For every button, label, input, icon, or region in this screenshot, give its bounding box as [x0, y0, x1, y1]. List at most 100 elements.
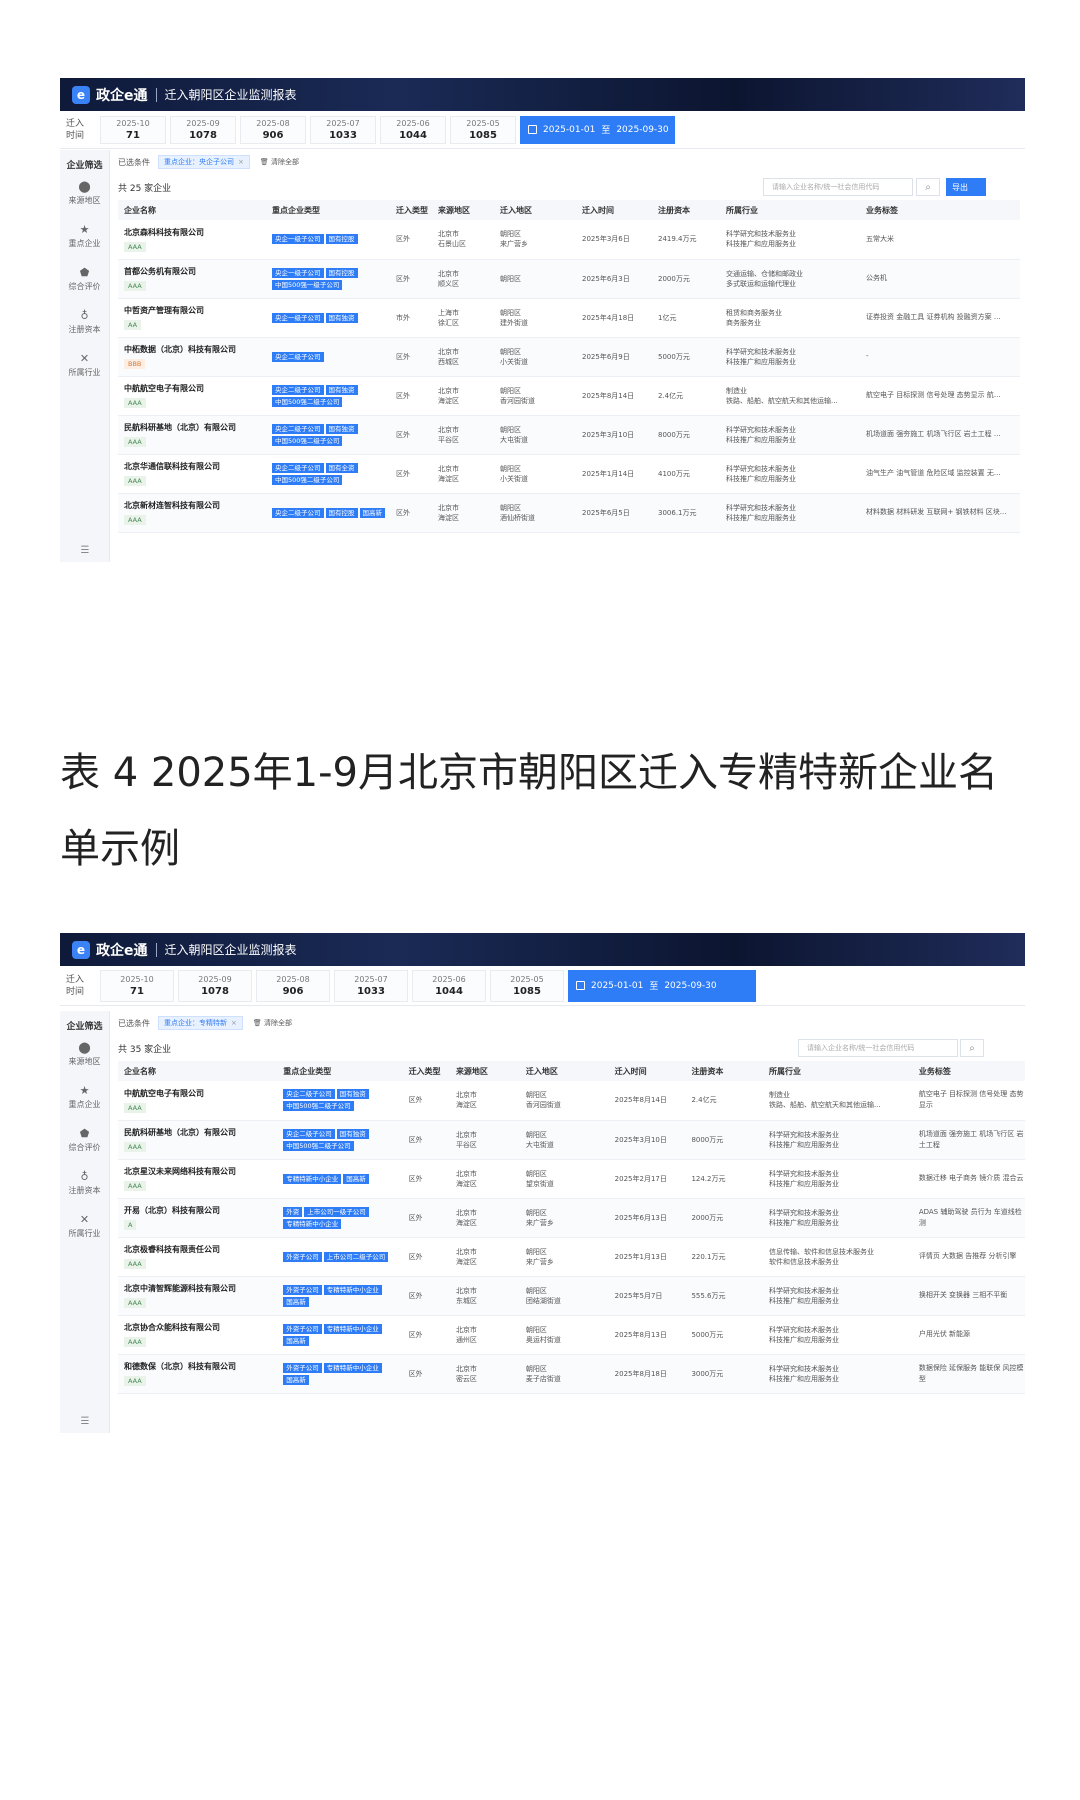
table-row[interactable]: 开易（北京）科技有限公司 A 外资 上市公司一级子公司专精特新中小企业 区外 北京市 海淀区…: [118, 1198, 1025, 1238]
enterprise-type-cell: 央企二级子公司 国有独资中国500强二级子公司: [266, 376, 390, 416]
clear-all-button[interactable]: 🗑 清除全部: [253, 1018, 292, 1028]
table-row[interactable]: 北京森科科技有限公司 AAA 央企一级子公司 国有控股 区外 北京市 石景山区 朝阳区 来广营乡…: [118, 220, 1020, 260]
company-name[interactable]: 北京森科科技有限公司: [124, 227, 266, 238]
target-district: 朝阳区: [500, 386, 521, 395]
company-name-cell: 民航科研基地（北京）有限公司 AAA: [118, 1120, 278, 1160]
company-name[interactable]: 北京新材连智科技有限公司: [124, 500, 266, 511]
table-row[interactable]: 北京华通信联科技有限公司 AAA 央企二级子公司 国有全资中国500强二级子公司 区外北…: [118, 454, 1020, 494]
search-icon[interactable]: ⌕: [916, 178, 940, 196]
rating-badge: AAA: [124, 1181, 146, 1191]
sidebar-item[interactable]: ⬤ 来源地区: [60, 1042, 109, 1067]
sidebar-item[interactable]: ✕ 所属行业: [60, 353, 109, 378]
location-pin-icon: ⬤: [78, 180, 91, 193]
source-district: 海淀区: [455, 1101, 477, 1110]
move-date: 2025年8月18日: [608, 1354, 686, 1394]
month-name: 2025-05: [510, 974, 544, 984]
sidebar-item[interactable]: ♁ 注册资本: [60, 310, 109, 335]
enterprise-type-cell: 央企一级子公司 国有控股中国500强一级子公司: [266, 259, 390, 299]
table-row[interactable]: 北京星汉未来网络科技有限公司 AAA 专精特新中小企业 国高新 区外 北京市 海淀区 朝阳区望…: [118, 1159, 1025, 1199]
month-card[interactable]: 2025-10 71: [100, 115, 166, 144]
table-row[interactable]: 北京中清智辉能源科技有限公司 AAA 外资子公司 专精特新中小企业国高新 区外 北京市 东城…: [118, 1276, 1025, 1316]
shield-icon: ⬟: [79, 266, 90, 279]
company-name[interactable]: 中哲资产管理有限公司: [124, 305, 266, 316]
table-row[interactable]: 中航航空电子有限公司 AAA 央企二级子公司 国有独资中国500强二级子公司 区外 北京市…: [118, 376, 1020, 416]
type-tag: 中国500强二级子公司: [272, 474, 343, 485]
source-city: 北京市: [455, 1247, 477, 1256]
move-date: 2025年6月9日: [576, 337, 652, 377]
column-header: 重点企业类型: [266, 200, 390, 220]
filter-label: 已选条件: [118, 157, 150, 167]
type-tag: 央企一级子公司: [272, 312, 324, 323]
company-name[interactable]: 中柘数据（北京）科技有限公司: [124, 344, 266, 355]
company-name[interactable]: 民航科研基地（北京）有限公司: [124, 1127, 277, 1138]
industry-sub: 科技推广和应用服务业: [768, 1179, 839, 1188]
business-tags: 评情页 大数据 告推荐 分析引擎: [912, 1237, 1025, 1277]
search-input[interactable]: 请输入企业名称/统一社会信用代码: [763, 178, 913, 196]
collapse-menu-icon[interactable]: ☰: [60, 1416, 110, 1427]
month-card[interactable]: 2025-08 906: [256, 969, 330, 1002]
date-range-picker[interactable]: 2025-01-01 至 2025-09-30: [568, 969, 756, 1002]
industry-main: 科学研究和技术服务业: [768, 1325, 839, 1334]
target-district: 朝阳区: [525, 1169, 547, 1178]
month-card[interactable]: 2025-06 1044: [380, 115, 446, 144]
month-card[interactable]: 2025-07 1033: [334, 969, 408, 1002]
collapse-menu-icon[interactable]: ☰: [60, 545, 110, 556]
sidebar-item[interactable]: ✕ 所属行业: [60, 1214, 109, 1239]
company-name[interactable]: 中航航空电子有限公司: [124, 383, 266, 394]
month-card[interactable]: 2025-05 1085: [450, 115, 516, 144]
month-card[interactable]: 2025-07 1033: [310, 115, 376, 144]
sidebar-item[interactable]: ♁ 注册资本: [60, 1171, 109, 1196]
target-district: 朝阳区: [525, 1208, 547, 1217]
company-name[interactable]: 和德数保（北京）科技有限公司: [124, 1361, 277, 1372]
month-card[interactable]: 2025-09 1078: [170, 115, 236, 144]
company-name[interactable]: 北京极睿科技有限责任公司: [124, 1244, 277, 1255]
company-name[interactable]: 北京协合众能科技有限公司: [124, 1322, 277, 1333]
month-card[interactable]: 2025-06 1044: [412, 969, 486, 1002]
month-card[interactable]: 2025-10 71: [100, 969, 174, 1002]
target-region: 朝阳区 建外街道: [494, 298, 576, 338]
filter-chip[interactable]: 重点企业：央企子公司 ×: [158, 155, 250, 169]
target-street: 大屯街道: [500, 435, 528, 444]
filter-chip[interactable]: 重点企业：专精特新 ×: [158, 1016, 243, 1030]
industry-sub: 科技推广和应用服务业: [768, 1296, 839, 1305]
table-row[interactable]: 民航科研基地（北京）有限公司 AAA 央企二级子公司 国有独资中国500强二级子公司区…: [118, 1120, 1025, 1160]
table-row[interactable]: 中航航空电子有限公司 AAA 央企二级子公司 国有独资中国500强二级子公司 区外 北京市…: [118, 1081, 1025, 1121]
company-name[interactable]: 北京星汉未来网络科技有限公司: [124, 1166, 277, 1177]
export-button[interactable]: 导出: [946, 178, 986, 196]
company-name[interactable]: 开易（北京）科技有限公司: [124, 1205, 277, 1216]
sidebar-item[interactable]: ★ 重点企业: [60, 1085, 109, 1110]
month-card[interactable]: 2025-08 906: [240, 115, 306, 144]
month-card[interactable]: 2025-05 1085: [490, 969, 564, 1002]
table-row[interactable]: 中柘数据（北京）科技有限公司 BBB 央企二级子公司 区外 北京市 西城区 朝阳区 小关街道 2…: [118, 337, 1020, 377]
table-row[interactable]: 和德数保（北京）科技有限公司 AAA 外资子公司 专精特新中小企业国高新 区外 北京市 密云…: [118, 1354, 1025, 1394]
column-header: 企业名称: [118, 200, 266, 220]
table-row[interactable]: 中哲资产管理有限公司 AA 央企一级子公司 国有独资 市外 上海市 徐汇区 朝阳区 建外街道 20…: [118, 298, 1020, 338]
company-name[interactable]: 北京中清智辉能源科技有限公司: [124, 1283, 277, 1294]
sidebar-item[interactable]: ★ 重点企业: [60, 224, 109, 249]
company-name[interactable]: 北京华通信联科技有限公司: [124, 461, 266, 472]
company-name[interactable]: 中航航空电子有限公司: [124, 1088, 277, 1099]
sidebar-item[interactable]: ⬟ 综合评价: [60, 1128, 109, 1153]
company-name[interactable]: 民航科研基地（北京）有限公司: [124, 422, 266, 433]
sidebar-item[interactable]: ⬟ 综合评价: [60, 267, 109, 292]
search-input[interactable]: 请输入企业名称/统一社会信用代码: [798, 1039, 958, 1057]
clear-all-button[interactable]: 🗑 清除全部: [260, 157, 299, 167]
company-name[interactable]: 首都公务机有限公司: [124, 266, 266, 277]
sidebar-item[interactable]: ⬤ 来源地区: [60, 181, 109, 206]
table-row[interactable]: 民航科研基地（北京）有限公司 AAA 央企二级子公司 国有独资中国500强二级子公司区…: [118, 415, 1020, 455]
industry-main: 交通运输、仓储和邮政业: [726, 269, 803, 278]
source-region: 北京市 海淀区: [432, 493, 494, 533]
search-icon[interactable]: ⌕: [960, 1039, 984, 1057]
table-row[interactable]: 北京极睿科技有限责任公司 AAA 外资子公司 上市公司二级子公司 区外 北京市 海淀区 朝阳区…: [118, 1237, 1025, 1277]
table-row[interactable]: 北京协合众能科技有限公司 AAA 外资子公司 专精特新中小企业国高新 区外 北京市 通州区朝…: [118, 1315, 1025, 1355]
target-region: 朝阳区 奥运村街道: [519, 1315, 609, 1355]
column-header: 所属行业: [720, 200, 860, 220]
rating-badge: AAA: [124, 398, 146, 408]
month-card[interactable]: 2025-09 1078: [178, 969, 252, 1002]
table-row[interactable]: 首都公务机有限公司 AAA 央企一级子公司 国有控股中国500强一级子公司 区外 北京市顺…: [118, 259, 1020, 299]
industry: 信息传输、软件和信息技术服务业 软件和信息技术服务业: [762, 1237, 913, 1277]
table-row[interactable]: 北京新材连智科技有限公司 AAA 央企二级子公司 国有控股 国高新 区外 北京市 海淀区 朝阳区…: [118, 493, 1020, 533]
count-row: 共 35 家企业 请输入企业名称/统一社会信用代码 ⌕: [118, 1035, 1025, 1061]
date-range-picker[interactable]: 2025-01-01 至 2025-09-30: [520, 115, 675, 144]
move-type: 区外: [402, 1354, 450, 1394]
